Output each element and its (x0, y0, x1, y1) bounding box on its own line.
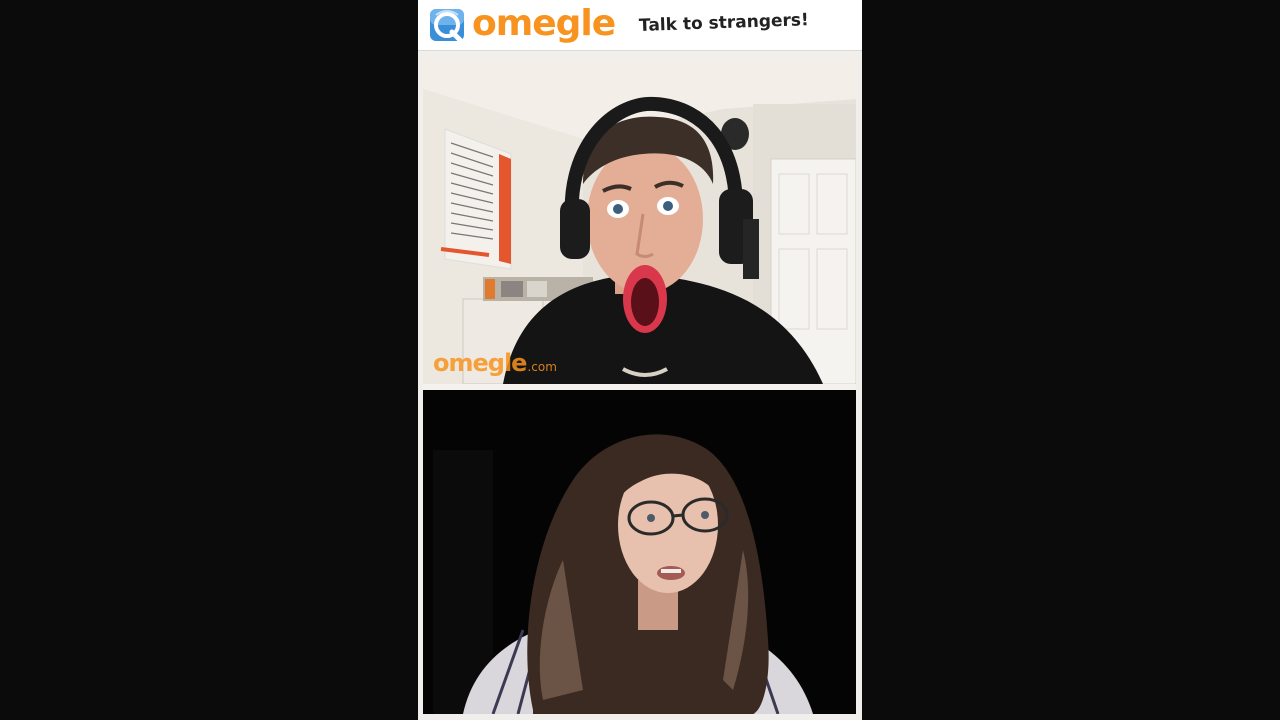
stranger-video: omegle.com (423, 59, 856, 384)
omegle-watermark: omegle.com (433, 349, 557, 377)
brand-wordmark[interactable]: omegle (472, 2, 616, 46)
watermark-suffix: .com (527, 360, 557, 374)
omegle-logo-icon (430, 9, 464, 44)
tagline: Talk to strangers! (638, 10, 810, 36)
watermark-brand: omegle (433, 349, 527, 377)
header-bar: omegle Talk to strangers! (418, 0, 862, 51)
stranger-video-feed (423, 59, 856, 384)
self-video (423, 390, 856, 714)
self-video-feed (423, 390, 856, 714)
omegle-window: omegle Talk to strangers! omegle.com (418, 0, 862, 720)
letterbox-background: omegle Talk to strangers! omegle.com (0, 0, 1280, 720)
